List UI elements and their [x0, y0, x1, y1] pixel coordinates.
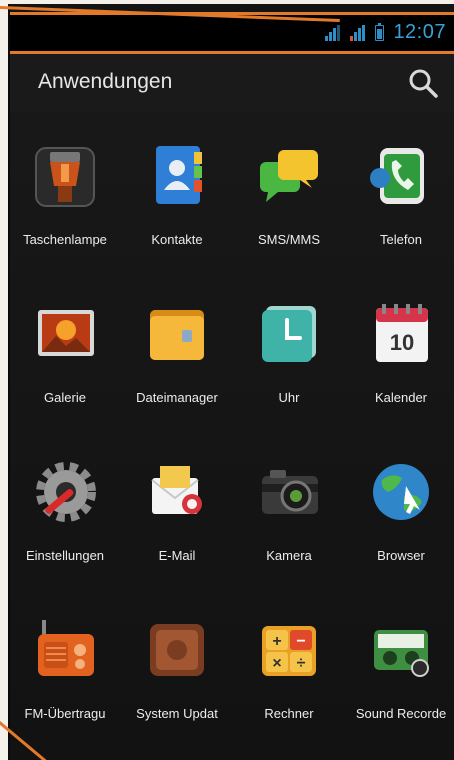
- browser-globe-icon: [373, 464, 429, 520]
- calculator-icon: + − × ÷: [262, 626, 316, 676]
- app-system-update[interactable]: System Updat: [122, 586, 232, 721]
- app-label: Galerie: [44, 390, 86, 405]
- app-label: FM-Übertragu: [24, 706, 106, 721]
- svg-text:×: ×: [272, 655, 281, 672]
- app-grid: Taschenlampe Kontakte SMS/MMS Telefon Ga…: [10, 112, 454, 760]
- phone-icon: [370, 148, 424, 204]
- email-icon: [151, 466, 202, 514]
- svg-text:+: +: [272, 633, 281, 650]
- app-label: Sound Recorde: [355, 706, 447, 721]
- battery-icon: [375, 22, 385, 41]
- calendar-icon: 10: [376, 304, 428, 362]
- app-label: Einstellungen: [25, 548, 105, 563]
- svg-text:−: −: [296, 633, 305, 650]
- radio-icon: [38, 620, 94, 676]
- app-kamera[interactable]: Kamera: [234, 428, 344, 563]
- photo-page: 12:07 Anwendungen Taschenlampe Kontakte …: [0, 0, 454, 760]
- app-label: Kamera: [266, 548, 312, 563]
- gallery-icon: [38, 310, 94, 356]
- app-browser[interactable]: Browser: [346, 428, 454, 563]
- sound-recorder-icon: [374, 630, 429, 677]
- status-bar: 12:07: [10, 12, 454, 54]
- app-kalender[interactable]: 10 Kalender: [346, 270, 454, 405]
- app-dateimanager[interactable]: Dateimanager: [122, 270, 232, 405]
- search-icon[interactable]: [406, 66, 440, 100]
- app-taschenlampe[interactable]: Taschenlampe: [10, 112, 120, 247]
- clock-icon: [262, 306, 316, 362]
- app-label: Uhr: [278, 390, 300, 405]
- app-label: Dateimanager: [136, 390, 218, 405]
- svg-text:÷: ÷: [297, 655, 306, 672]
- app-label: Browser: [377, 548, 425, 563]
- app-label: Rechner: [264, 706, 314, 721]
- app-telefon[interactable]: Telefon: [346, 112, 454, 247]
- app-label: Kalender: [374, 390, 428, 405]
- app-email[interactable]: E-Mail: [122, 428, 232, 563]
- app-sound-recorder[interactable]: Sound Recorde: [346, 586, 454, 721]
- settings-icon: [36, 462, 96, 522]
- status-icons: 12:07: [325, 21, 446, 44]
- app-label: SMS/MMS: [257, 232, 321, 247]
- app-label: System Updat: [136, 706, 218, 721]
- app-drawer-header: Anwendungen: [10, 54, 454, 112]
- app-label: Kontakte: [151, 232, 203, 247]
- app-uhr[interactable]: Uhr: [234, 270, 344, 405]
- signal-1-icon: [325, 24, 341, 41]
- page-title: Anwendungen: [38, 70, 173, 93]
- app-einstellungen[interactable]: Einstellungen: [10, 428, 120, 563]
- status-clock: 12:07: [393, 21, 446, 43]
- app-galerie[interactable]: Galerie: [10, 270, 120, 405]
- folder-icon: [150, 310, 204, 360]
- camera-icon: [262, 470, 318, 514]
- system-update-icon: [150, 624, 204, 676]
- calendar-day-text: 10: [390, 330, 414, 355]
- app-fm-radio[interactable]: FM-Übertragu: [10, 586, 120, 721]
- app-label: Taschenlampe: [23, 232, 107, 247]
- app-kontakte[interactable]: Kontakte: [122, 112, 232, 247]
- signal-2-icon: [350, 24, 366, 41]
- flashlight-icon: [35, 147, 95, 207]
- messaging-icon: [260, 150, 318, 202]
- app-sms-mms[interactable]: SMS/MMS: [234, 112, 344, 247]
- contacts-icon: [156, 146, 202, 204]
- app-rechner[interactable]: + − × ÷ Rechner: [234, 586, 344, 721]
- phone-screen: 12:07 Anwendungen Taschenlampe Kontakte …: [8, 4, 454, 760]
- app-label: Telefon: [380, 232, 422, 247]
- app-label: E-Mail: [158, 548, 196, 563]
